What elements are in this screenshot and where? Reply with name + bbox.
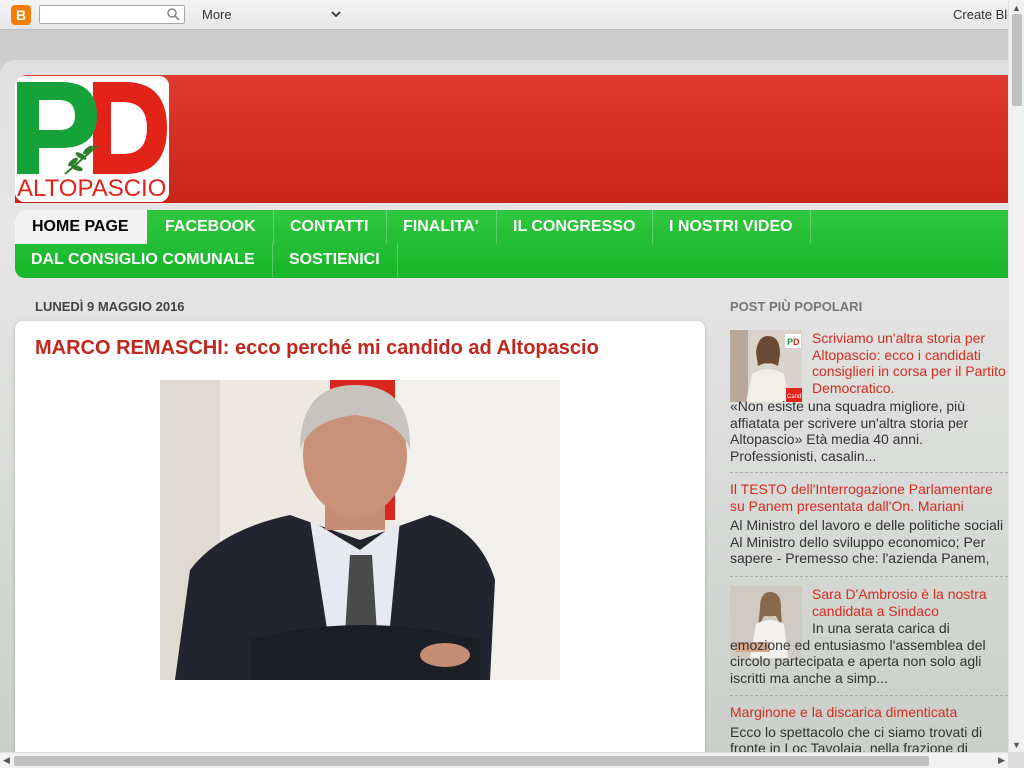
post-card: MARCO REMASCHI: ecco perché mi candido a… (15, 321, 705, 761)
scroll-up-arrow-icon[interactable]: ▲ (1012, 3, 1021, 13)
popular-post-item: P D Cand Scriviamo un'altra storia per A… (730, 330, 1008, 462)
svg-text:D: D (793, 337, 800, 347)
main-navigation: HOME PAGE FACEBOOK CONTATTI FINALITA' IL… (15, 210, 1008, 278)
popular-posts-heading: POST PIÙ POPOLARI (730, 299, 863, 314)
popular-post-title[interactable]: Scriviamo un'altra storia per Altopascio… (812, 330, 1008, 396)
blogger-navbar: B More Create Blo (0, 0, 1014, 30)
popular-post-snippet: Ecco lo spettacolo che ci siamo trovati … (730, 723, 983, 753)
search-input[interactable] (39, 5, 185, 24)
post-photo[interactable] (160, 380, 560, 680)
tab-finalita[interactable]: FINALITA' (386, 210, 497, 244)
divider (730, 576, 1008, 577)
popular-post-item: Sara D'Ambrosio è la nostra candidata a … (730, 586, 1008, 686)
tab-facebook[interactable]: FACEBOOK (148, 210, 274, 244)
scrollbar-corner (1008, 752, 1024, 768)
popular-post-title[interactable]: Il TESTO dell'Interrogazione Parlamentar… (730, 481, 1008, 514)
tab-contatti[interactable]: CONTATTI (273, 210, 387, 244)
tab-home-page[interactable]: HOME PAGE (15, 210, 147, 244)
search-icon[interactable] (167, 8, 180, 21)
scroll-left-arrow-icon[interactable]: ◀ (3, 755, 10, 766)
tab-sostienici[interactable]: SOSTIENICI (272, 243, 398, 277)
logo-text: ALTOPASCIO (17, 175, 167, 202)
portrait-image (160, 380, 560, 680)
popular-post-title[interactable]: Marginone e la discarica dimenticata (730, 704, 1008, 721)
post-date-header: LUNEDÌ 9 MAGGIO 2016 (35, 299, 185, 314)
more-dropdown-label[interactable]: More (202, 7, 232, 22)
blogger-logo-icon[interactable]: B (11, 5, 31, 25)
popular-post-item: Il TESTO dell'Interrogazione Parlamentar… (730, 481, 1008, 567)
scroll-down-arrow-icon[interactable]: ▼ (1012, 740, 1021, 750)
tab-i-nostri-video[interactable]: I NOSTRI VIDEO (652, 210, 811, 244)
tab-il-congresso[interactable]: IL CONGRESSO (496, 210, 654, 244)
chevron-down-icon[interactable] (330, 8, 342, 20)
post-title-link[interactable]: MARCO REMASCHI: ecco perché mi candido a… (35, 337, 599, 360)
popular-post-snippet: Al Ministro del lavoro e delle politiche… (730, 517, 1004, 567)
horizontal-scrollbar[interactable]: ◀ ▶ (0, 752, 1008, 768)
post-thumbnail[interactable]: P D Cand (730, 330, 802, 402)
popular-post-title[interactable]: Sara D'Ambrosio è la nostra candidata a … (812, 586, 1008, 619)
divider (730, 695, 1008, 696)
vertical-scrollbar[interactable]: ▲ ▼ (1008, 0, 1024, 768)
popular-post-snippet: «Non esiste una squadra migliore, più af… (730, 398, 969, 462)
popular-post-item: Marginone e la discarica dimenticata Ecc… (730, 704, 1008, 752)
scroll-right-arrow-icon[interactable]: ▶ (998, 755, 1005, 766)
horizontal-scroll-thumb[interactable] (14, 756, 929, 766)
popular-post-snippet: In una serata carica di emozione ed entu… (730, 620, 986, 686)
candidate-thumbnail-image: P D Cand (730, 330, 802, 402)
vertical-scroll-thumb[interactable] (1012, 14, 1022, 106)
create-blog-link[interactable]: Create Blo (953, 7, 1014, 22)
tab-dal-consiglio-comunale[interactable]: DAL CONSIGLIO COMUNALE (15, 243, 273, 277)
divider (730, 472, 1008, 473)
pd-altopascio-logo[interactable]: ALTOPASCIO (15, 76, 169, 202)
